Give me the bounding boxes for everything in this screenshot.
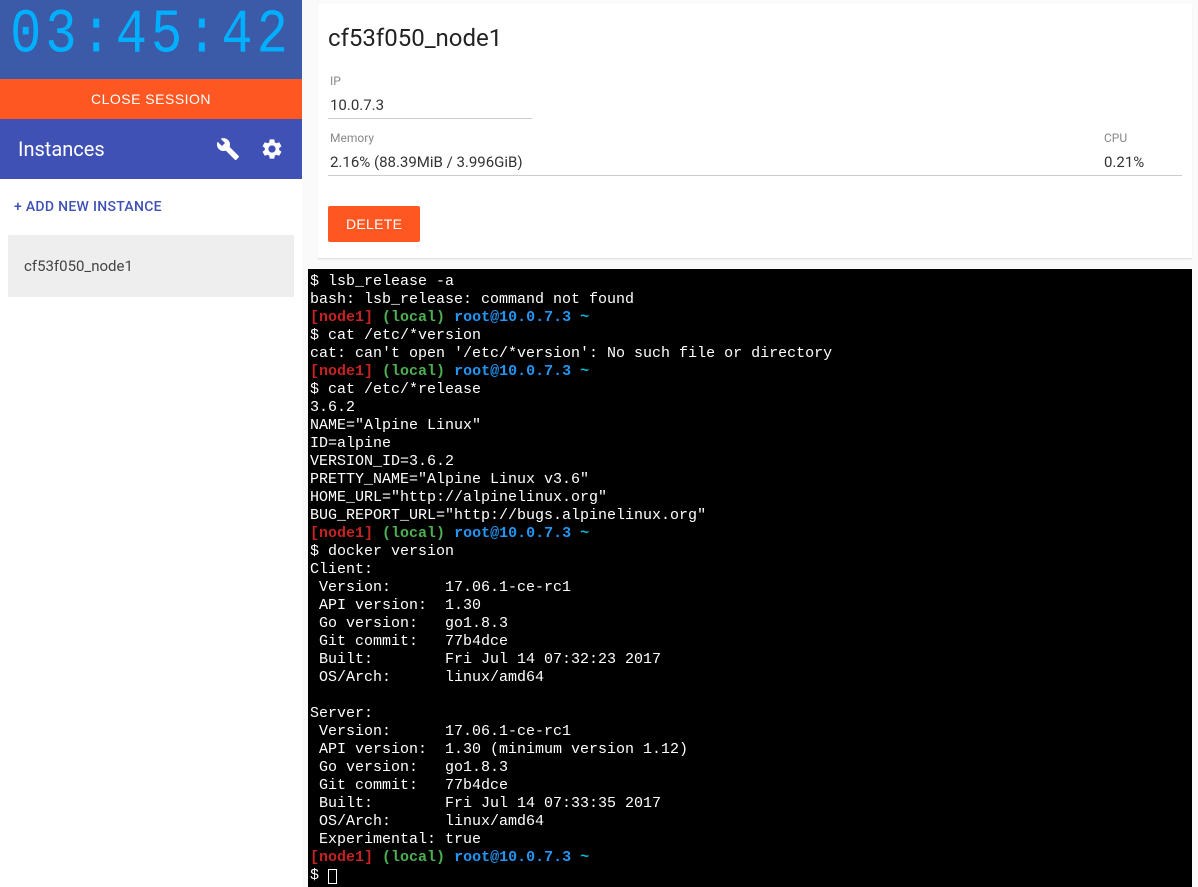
memory-value: 2.16% (88.39MiB / 3.996GiB) [328,149,1082,175]
cpu-label: CPU [1102,131,1162,145]
terminal-line: Git commit: 77b4dce [310,777,508,794]
instance-info-card: cf53f050_node1 IP 10.0.7.3 Memory 2.16% … [318,4,1192,259]
delete-button[interactable]: DELETE [328,206,420,242]
terminal-line: Client: [310,561,373,578]
terminal-line: Built: Fri Jul 14 07:32:23 2017 [310,651,661,668]
ip-label: IP [328,74,512,88]
terminal-line: Server: [310,705,373,722]
terminal-line: $ cat /etc/*version [310,327,481,344]
terminal-line: NAME="Alpine Linux" [310,417,481,434]
terminal-prompt-tilde: ~ [580,525,589,542]
terminal-line: $ docker version [310,543,454,560]
instances-header: Instances [0,119,302,179]
session-timer: 03:45:42 [10,0,292,71]
terminal-prompt-node: [node1] [310,309,373,326]
terminal-prompt-local: (local) [382,525,445,542]
terminal-line: BUG_REPORT_URL="http://bugs.alpinelinux.… [310,507,706,524]
memory-label: Memory [328,131,1082,145]
terminal-line: Experimental: true [310,831,481,848]
node-title: cf53f050_node1 [328,24,1182,52]
instance-item[interactable]: cf53f050_node1 [8,235,294,297]
terminal-line: API version: 1.30 (minimum version 1.12) [310,741,688,758]
terminal-line: $ lsb_release -a [310,273,454,290]
terminal-line: bash: lsb_release: command not found [310,291,634,308]
terminal-prompt-node: [node1] [310,849,373,866]
terminal-prompt-local: (local) [382,363,445,380]
ip-field: IP 10.0.7.3 [328,74,532,119]
terminal-prompt-tilde: ~ [580,309,589,326]
terminal-prompt-user: root@10.0.7.3 [454,309,571,326]
close-session-button[interactable]: CLOSE SESSION [0,79,302,119]
instances-title: Instances [18,137,196,161]
terminal-line: Version: 17.06.1-ce-rc1 [310,723,571,740]
terminal-line: Git commit: 77b4dce [310,633,508,650]
terminal-line: OS/Arch: linux/amd64 [310,669,544,686]
terminal-prompt-node: [node1] [310,363,373,380]
main-panel: cf53f050_node1 IP 10.0.7.3 Memory 2.16% … [302,0,1198,887]
memory-field: Memory 2.16% (88.39MiB / 3.996GiB) [328,131,1102,176]
terminal-prompt-node: [node1] [310,525,373,542]
terminal-line: OS/Arch: linux/amd64 [310,813,544,830]
session-timer-block: 03:45:42 [0,0,302,79]
terminal-line: HOME_URL="http://alpinelinux.org" [310,489,607,506]
terminal-line: ID=alpine [310,435,391,452]
gear-icon[interactable] [260,137,284,161]
terminal-prompt-local: (local) [382,309,445,326]
terminal-line: API version: 1.30 [310,597,481,614]
instance-list: cf53f050_node1 [0,235,302,297]
terminal-line: Version: 17.06.1-ce-rc1 [310,579,571,596]
terminal-line: Go version: go1.8.3 [310,759,508,776]
cpu-value: 0.21% [1102,149,1162,175]
terminal-prompt-tilde: ~ [580,849,589,866]
terminal-line: $ cat /etc/*release [310,381,481,398]
terminal-line: PRETTY_NAME="Alpine Linux v3.6" [310,471,589,488]
terminal-prompt-tilde: ~ [580,363,589,380]
wrench-icon[interactable] [216,137,240,161]
cpu-field: CPU 0.21% [1102,131,1182,176]
terminal-prompt-user: root@10.0.7.3 [454,363,571,380]
terminal-line: cat: can't open '/etc/*version': No such… [310,345,832,362]
terminal-line: VERSION_ID=3.6.2 [310,453,454,470]
terminal-prompt-local: (local) [382,849,445,866]
terminal-line: 3.6.2 [310,399,355,416]
terminal-line: Go version: go1.8.3 [310,615,508,632]
terminal-line: Built: Fri Jul 14 07:33:35 2017 [310,795,661,812]
terminal-cursor [328,869,337,884]
terminal[interactable]: $ lsb_release -a bash: lsb_release: comm… [308,269,1192,887]
ip-value[interactable]: 10.0.7.3 [328,92,512,118]
terminal-line: $ [310,867,328,884]
terminal-prompt-user: root@10.0.7.3 [454,525,571,542]
terminal-prompt-user: root@10.0.7.3 [454,849,571,866]
sidebar: 03:45:42 CLOSE SESSION Instances + ADD N… [0,0,302,887]
add-instance-button[interactable]: + ADD NEW INSTANCE [0,179,302,235]
